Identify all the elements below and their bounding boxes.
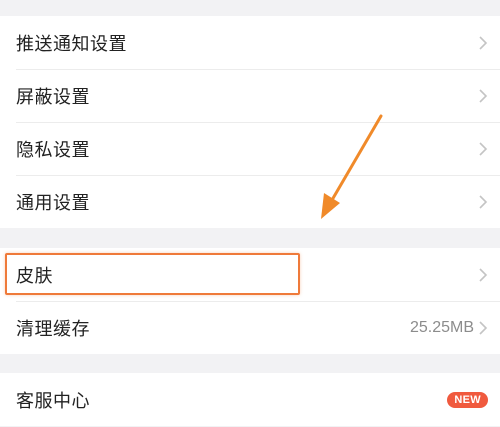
arrow-annotation — [321, 114, 383, 219]
